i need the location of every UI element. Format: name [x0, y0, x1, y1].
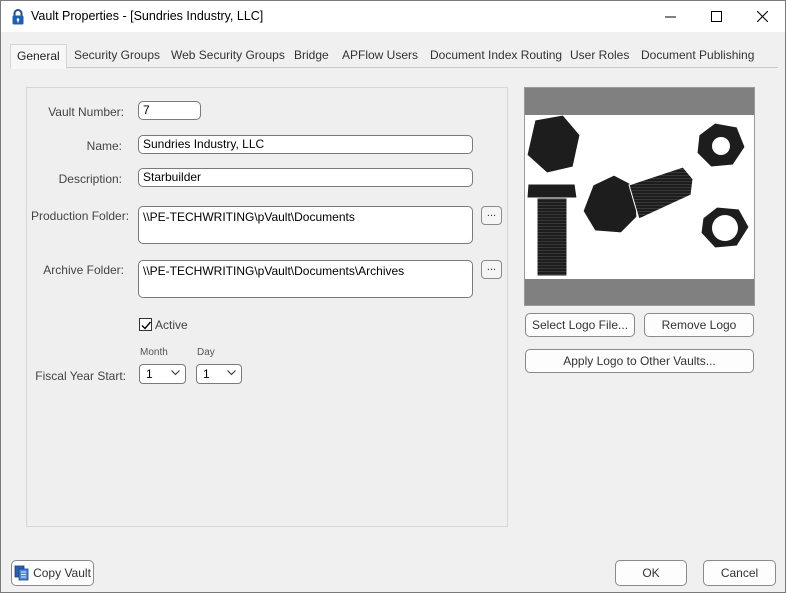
day-select[interactable]: 1 — [196, 364, 242, 384]
remove-logo-button[interactable]: Remove Logo — [644, 313, 754, 337]
lock-icon — [12, 9, 24, 25]
tab-web-security-groups[interactable]: Web Security Groups — [165, 44, 291, 68]
ok-button[interactable]: OK — [615, 560, 687, 586]
day-select-value: 1 — [203, 367, 210, 381]
vault-number-field[interactable]: 7 — [138, 101, 201, 120]
vault-number-label: Vault Number: — [48, 105, 124, 119]
name-label: Name: — [86, 139, 122, 153]
tab-document-index-routing[interactable]: Document Index Routing — [424, 44, 568, 68]
active-checkbox[interactable] — [139, 318, 152, 331]
minimize-button[interactable] — [647, 1, 693, 32]
production-folder-browse-button[interactable]: ... — [481, 206, 502, 225]
tab-user-roles[interactable]: User Roles — [564, 44, 635, 68]
fiscal-year-start-label: Fiscal Year Start: — [35, 369, 126, 383]
tab-general[interactable]: General — [10, 44, 67, 69]
tab-document-publishing[interactable]: Document Publishing — [635, 44, 760, 68]
tab-apflow-users[interactable]: APFlow Users — [336, 44, 424, 68]
apply-logo-to-other-vaults-button[interactable]: Apply Logo to Other Vaults... — [525, 349, 754, 373]
name-field[interactable]: Sundries Industry, LLC — [138, 135, 473, 154]
select-logo-file-button[interactable]: Select Logo File... — [525, 313, 635, 337]
maximize-button[interactable] — [693, 1, 739, 32]
active-label: Active — [155, 318, 188, 332]
maximize-icon — [710, 11, 722, 22]
month-label: Month — [140, 347, 168, 358]
copy-icon — [14, 565, 29, 581]
copy-vault-button[interactable]: Copy Vault — [11, 560, 94, 586]
description-label: Description: — [58, 172, 122, 186]
tab-strip: General Security Groups Web Security Gro… — [10, 44, 778, 69]
tab-bridge[interactable]: Bridge — [288, 44, 335, 68]
month-select[interactable]: 1 — [139, 364, 186, 384]
close-button[interactable] — [739, 1, 785, 32]
cancel-button[interactable]: Cancel — [703, 560, 776, 586]
bolts-and-nuts-graphic — [526, 115, 750, 277]
chevron-down-icon — [227, 370, 236, 376]
close-icon — [756, 11, 768, 22]
checkmark-icon — [141, 321, 152, 330]
chevron-down-icon — [171, 370, 180, 376]
window-title: Vault Properties - [Sundries Industry, L… — [31, 9, 264, 23]
production-folder-field[interactable]: \\PE-TECHWRITING\pVault\Documents — [138, 206, 473, 244]
archive-folder-field[interactable]: \\PE-TECHWRITING\pVault\Documents\Archiv… — [138, 260, 473, 298]
tab-security-groups[interactable]: Security Groups — [68, 44, 166, 68]
vault-logo-image — [525, 115, 754, 279]
vault-properties-window: Vault Properties - [Sundries Industry, L… — [0, 0, 786, 593]
archive-folder-browse-button[interactable]: ... — [481, 260, 502, 279]
description-field[interactable]: Starbuilder — [138, 168, 473, 187]
month-select-value: 1 — [146, 367, 153, 381]
copy-vault-label: Copy Vault — [33, 566, 91, 580]
minimize-icon — [664, 16, 676, 18]
title-bar: Vault Properties - [Sundries Industry, L… — [1, 1, 785, 32]
logo-preview — [524, 87, 755, 306]
production-folder-label: Production Folder: — [31, 209, 130, 223]
archive-folder-label: Archive Folder: — [43, 263, 124, 277]
day-label: Day — [197, 347, 215, 358]
